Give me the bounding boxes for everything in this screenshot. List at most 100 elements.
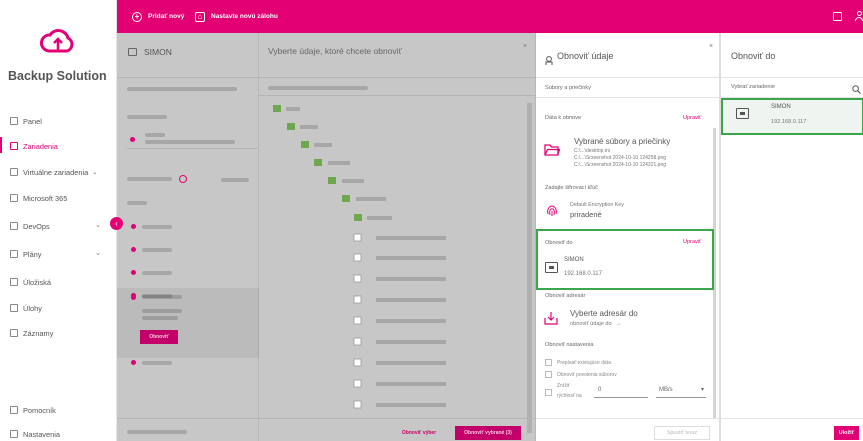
- encryption-key-name: Default Encryption Key: [570, 202, 624, 208]
- add-new-button[interactable]: + Pridať nový: [132, 0, 184, 33]
- overwrite-label: Prepísať existujúce dáta: [557, 360, 611, 366]
- sidebar-item-label: Plány: [23, 249, 42, 259]
- active-indicator: [0, 137, 2, 153]
- speed-input[interactable]: 0: [594, 384, 648, 398]
- speed-unit-select[interactable]: MB/s ▾: [656, 384, 706, 398]
- plus-icon: +: [132, 11, 142, 22]
- encryption-key-status: priradené: [570, 210, 602, 219]
- restore-to-title: Obnoviť do: [731, 51, 776, 61]
- sidebar-item-label: DevOps: [23, 221, 50, 231]
- device-title: SIMON: [144, 47, 172, 57]
- sidebar-item-settings[interactable]: Nastavenia: [10, 428, 60, 440]
- restore-panel-title: Obnoviť údaje: [557, 51, 614, 61]
- restore-button[interactable]: Obnoviť: [140, 330, 178, 344]
- restore-data-panel: Obnoviť údaje × Súbory a priečinky Dáta …: [536, 33, 720, 441]
- restore-icon: [545, 52, 553, 65]
- devices-icon: [10, 142, 18, 150]
- new-backup-label: Nastavte novú zálohu: [211, 13, 278, 20]
- file-path: C:\...\desktop.ini: [574, 148, 610, 154]
- file-path: C:\...\Screenshot 2024-10-10 124258.png: [574, 155, 667, 161]
- start-now-button[interactable]: Spustiť teraz: [654, 426, 710, 440]
- restore-to-panel: Obnoviť do Vybrať zariadenie SIMON 192.1…: [720, 33, 863, 441]
- sidebar-item-label: Nastavenia: [23, 429, 60, 439]
- logs-icon: [10, 329, 18, 337]
- permissions-checkbox[interactable]: [545, 371, 552, 378]
- search-icon[interactable]: [852, 81, 861, 94]
- sidebar-item-label: Zariadenia: [23, 141, 58, 151]
- file-path: C:\...\Screenshot 2024-10-10 124321.png: [574, 162, 667, 168]
- sidebar-item-label: Panel: [23, 116, 42, 126]
- sidebar-item-plans[interactable]: Plány: [10, 248, 42, 260]
- file-tree-panel: Vyberte údaje, ktoré chcete obnoviť × Ob…: [259, 33, 536, 441]
- restore-settings-label: Obnoviť nastavenia: [545, 342, 594, 348]
- sidebar-item-m365[interactable]: Microsoft 365: [10, 192, 67, 204]
- office-icon: [10, 194, 18, 202]
- download-folder-icon: [544, 311, 558, 325]
- close-icon[interactable]: ×: [523, 43, 527, 50]
- throttle-label-line2: rýchlosť na: [557, 393, 582, 399]
- caret-down-icon: ▾: [700, 387, 704, 393]
- selected-files-title: Vybrané súbory a priečinky: [574, 137, 671, 146]
- speed-value: 0: [598, 387, 602, 393]
- tasks-icon: [10, 304, 18, 312]
- monitor-icon: [128, 48, 137, 56]
- sidebar-item-label: Microsoft 365: [23, 193, 68, 203]
- overwrite-checkbox[interactable]: [545, 359, 552, 366]
- file-tree-title: Vyberte údaje, ktoré chcete obnoviť: [268, 46, 402, 56]
- sidebar-item-label: Pomocník: [23, 405, 56, 415]
- list-icon: [10, 250, 18, 258]
- restore-selected-button[interactable]: Obnoviť vybrané (3): [455, 426, 521, 440]
- sidebar-item-logs[interactable]: Záznamy: [10, 327, 53, 339]
- device-detail-panel: SIMON Obnoviť: [117, 33, 259, 441]
- permissions-label: Obnoviť povolenia súborov: [557, 372, 617, 378]
- new-backup-button[interactable]: ⌂ Nastavte novú zálohu: [195, 0, 278, 33]
- edit-data-link[interactable]: Upraviť: [683, 115, 701, 121]
- fingerprint-icon: [545, 203, 559, 217]
- speed-unit: MB/s: [659, 387, 673, 393]
- brand-logo-icon: [38, 24, 78, 60]
- encryption-key-label: Zadajte šifrovací kľúč: [545, 185, 598, 191]
- dashboard-icon: [10, 117, 18, 125]
- sidebar-item-storage[interactable]: Úložiská: [10, 276, 51, 288]
- sidebar-item-virtual[interactable]: Virtuálne zariadenia ⌄: [10, 166, 97, 178]
- sidebar-item-label: Úložiská: [23, 277, 51, 287]
- chevron-down-icon[interactable]: ⌄: [95, 249, 101, 257]
- throttle-label-line1: Znížiť: [557, 383, 570, 389]
- throttle-checkbox[interactable]: [545, 389, 552, 396]
- restore-type-tab[interactable]: Súbory a priečinky: [545, 85, 591, 91]
- arrow-right-icon: →: [615, 321, 622, 327]
- highlight-box: [721, 98, 863, 135]
- backup-icon: ⌂: [195, 11, 205, 22]
- sidebar: Backup Solution Panel Zariadenia Virtuál…: [0, 0, 123, 441]
- refresh-icon[interactable]: [179, 175, 187, 183]
- add-new-label: Pridať nový: [148, 13, 185, 20]
- restore-selection-button[interactable]: Obnoviť výber: [394, 426, 444, 440]
- select-directory-link[interactable]: obnoviť údaje do →: [570, 321, 621, 327]
- highlight-box: [536, 229, 714, 290]
- sidebar-item-label: Virtuálne zariadenia: [23, 167, 89, 177]
- chevron-down-icon[interactable]: ⌄: [95, 221, 101, 229]
- sidebar-item-devops[interactable]: DevOps: [10, 220, 50, 232]
- user-icon[interactable]: [855, 11, 863, 21]
- sidebar-item-label: Záznamy: [23, 328, 54, 338]
- help-icon: [10, 406, 18, 414]
- file-tree: [273, 105, 446, 409]
- folder-icon: [544, 143, 561, 157]
- select-directory-title[interactable]: Vyberte adresár do: [570, 309, 638, 318]
- save-button[interactable]: Uložiť: [834, 426, 859, 440]
- sidebar-item-devices[interactable]: Zariadenia: [10, 140, 58, 152]
- gear-icon: [10, 430, 18, 438]
- data-to-restore-label: Dáta k obnove: [545, 115, 582, 121]
- select-directory-subtitle: obnoviť údaje do: [570, 321, 612, 327]
- sidebar-item-jobs[interactable]: Úlohy: [10, 302, 42, 314]
- devops-icon: [10, 222, 18, 230]
- restore-directory-label: Obnoviť adresár: [545, 293, 586, 299]
- sidebar-item-panel[interactable]: Panel: [10, 115, 42, 127]
- calendar-icon[interactable]: [833, 12, 842, 21]
- sidebar-item-help[interactable]: Pomocník: [10, 404, 56, 416]
- sidebar-item-label: Úlohy: [23, 303, 42, 313]
- top-bar: + Pridať nový ⌂ Nastavte novú zálohu: [117, 0, 863, 33]
- close-icon[interactable]: ×: [709, 43, 713, 50]
- brand-name: Backup Solution: [8, 69, 107, 83]
- collapse-sidebar-button[interactable]: ‹: [110, 217, 123, 230]
